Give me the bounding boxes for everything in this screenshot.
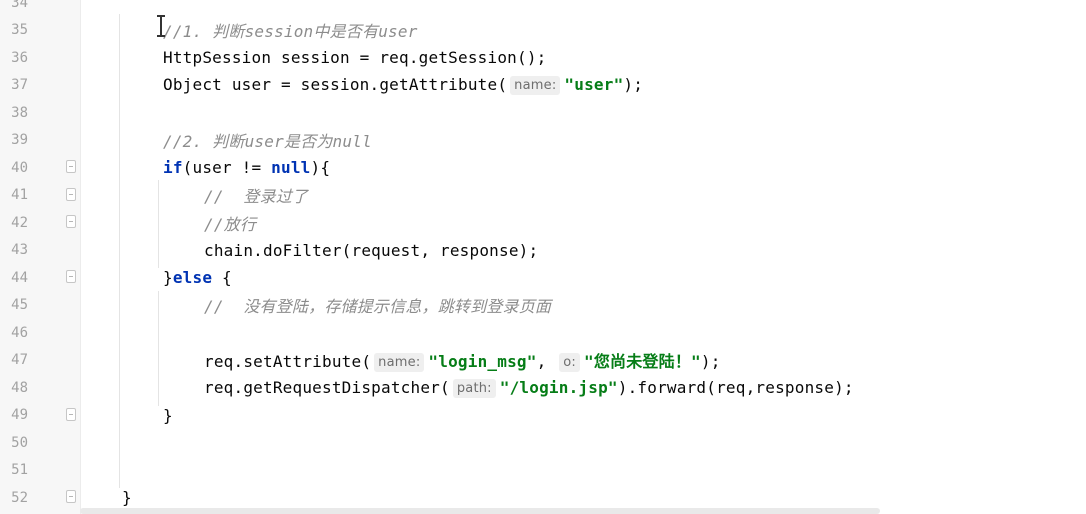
code-token: Object user = session.getAttribute( [163, 75, 508, 94]
code-string: "login_msg" [428, 352, 537, 371]
line-number: 47 [11, 352, 28, 368]
code-line[interactable]: 43 chain.doFilter(request, response); [0, 237, 1086, 264]
code-keyword: null [271, 158, 311, 177]
code-text: //2. 判断user是否为null [163, 128, 372, 152]
code-line[interactable]: 39 //2. 判断user是否为null [0, 127, 1086, 154]
line-number: 51 [11, 462, 28, 478]
code-keyword: else [172, 268, 213, 287]
line-number: 40 [11, 159, 28, 176]
fold-marker-icon[interactable] [66, 160, 76, 173]
code-line[interactable]: 35 //1. 判断session中是否有user [0, 17, 1086, 44]
code-text: // 没有登陆，存储提示信息，跳转到登录页面 [204, 293, 551, 317]
line-number: 44 [11, 269, 28, 286]
code-comment: //1. 判断session中是否有user [163, 22, 418, 41]
code-line[interactable]: 46 [0, 319, 1086, 346]
code-text: //放行 [204, 211, 256, 235]
code-token: } [122, 488, 132, 507]
line-number: 42 [11, 214, 28, 231]
line-number: 35 [11, 22, 28, 38]
fold-marker-icon[interactable] [66, 215, 76, 228]
code-comment: //放行 [204, 214, 257, 234]
code-token: HttpSession session = req.getSession(); [163, 48, 547, 67]
code-line[interactable]: 52} [0, 484, 1086, 511]
code-text: if(user != null){ [163, 158, 330, 177]
line-number: 48 [11, 379, 28, 396]
code-token: req.setAttribute( [204, 352, 372, 371]
code-line[interactable]: 34 [0, 0, 1086, 16]
code-area[interactable]: 34 35 //1. 判断session中是否有user 36 HttpSession … [0, 0, 1086, 514]
code-line[interactable]: 45 // 没有登陆，存储提示信息，跳转到登录页面 [0, 292, 1086, 319]
code-token: ); [623, 75, 644, 94]
code-string: "您尚未登陆！" [584, 352, 701, 371]
code-token: ){ [310, 158, 331, 177]
line-number: 45 [11, 297, 28, 313]
text-cursor-icon [157, 15, 165, 37]
code-token: ).forward(req,response); [617, 377, 854, 397]
parameter-hint: name: [374, 353, 425, 372]
code-token: { [212, 268, 232, 287]
code-text: //1. 判断session中是否有user [163, 18, 418, 42]
code-line[interactable]: 50 [0, 429, 1086, 456]
code-line[interactable]: 38 [0, 99, 1086, 126]
code-line[interactable]: 44}else { [0, 264, 1086, 291]
indent-guide-method [119, 14, 120, 488]
fold-marker-icon[interactable] [66, 187, 76, 201]
line-number: 52 [11, 489, 28, 506]
code-text: HttpSession session = req.getSession(); [163, 48, 546, 67]
line-number: 50 [11, 434, 28, 451]
indent-guide-else [158, 291, 159, 406]
code-text: req.getRequestDispatcher(path: "/login.js… [204, 378, 854, 398]
code-text: } [122, 488, 132, 507]
parameter-hint: name: [510, 76, 561, 95]
line-number: 46 [11, 324, 28, 341]
code-text: }else { [163, 268, 232, 287]
parameter-hint: path: [452, 378, 496, 398]
code-line[interactable]: 48 req.getRequestDispatcher(path: "/login.… [0, 374, 1086, 401]
code-string: "/login.jsp" [499, 377, 618, 397]
line-number: 36 [11, 49, 28, 66]
code-text: req.setAttribute(name: "login_msg", o: "您尚… [204, 348, 721, 372]
code-token: ); [700, 352, 721, 371]
line-number: 34 [11, 0, 28, 11]
code-line[interactable]: 42 //放行 [0, 209, 1086, 236]
code-text: chain.doFilter(request, response); [204, 241, 538, 260]
code-keyword: if [163, 158, 183, 177]
code-editor[interactable]: 34 35 //1. 判断session中是否有user 36 HttpSession … [0, 0, 1086, 514]
code-token: } [163, 405, 173, 425]
fold-marker-icon[interactable] [66, 407, 76, 421]
line-number: 41 [11, 187, 28, 203]
code-token: req.getRequestDispatcher( [204, 377, 450, 397]
horizontal-scrollbar[interactable] [80, 508, 880, 514]
line-number: 38 [11, 104, 28, 121]
line-number: 37 [11, 77, 28, 93]
code-line[interactable]: 49} [0, 402, 1086, 429]
code-line[interactable]: 41 // 登录过了 [0, 182, 1086, 209]
code-string: "user" [564, 75, 624, 94]
line-number: 49 [11, 407, 28, 423]
code-token: , [536, 352, 557, 371]
line-number: 43 [11, 242, 28, 258]
code-text: // 登录过了 [204, 183, 308, 207]
fold-marker-icon[interactable] [66, 490, 76, 503]
code-line[interactable]: 40 if(user != null){ [0, 154, 1086, 181]
code-text: } [163, 406, 173, 425]
code-comment: //2. 判断user是否为null [163, 132, 372, 151]
code-token: (user != [182, 158, 272, 177]
parameter-hint: o: [559, 353, 580, 372]
line-number: 39 [11, 132, 28, 148]
code-comment: // 登录过了 [204, 187, 309, 206]
code-line[interactable]: 51 [0, 457, 1086, 484]
code-line[interactable]: 37 Object user = session.getAttribute(nam… [0, 72, 1086, 99]
code-token: chain.doFilter(request, response); [204, 240, 539, 260]
code-line[interactable]: 36 HttpSession session = req.getSession()… [0, 44, 1086, 71]
code-line[interactable]: 47 req.setAttribute(name: "login_msg", o: "… [0, 347, 1086, 374]
code-token: } [163, 268, 173, 287]
code-text: Object user = session.getAttribute(name:… [163, 75, 643, 95]
indent-guide-if [158, 180, 159, 268]
fold-marker-icon[interactable] [66, 270, 76, 283]
code-comment: // 没有登陆，存储提示信息，跳转到登录页面 [204, 297, 552, 316]
